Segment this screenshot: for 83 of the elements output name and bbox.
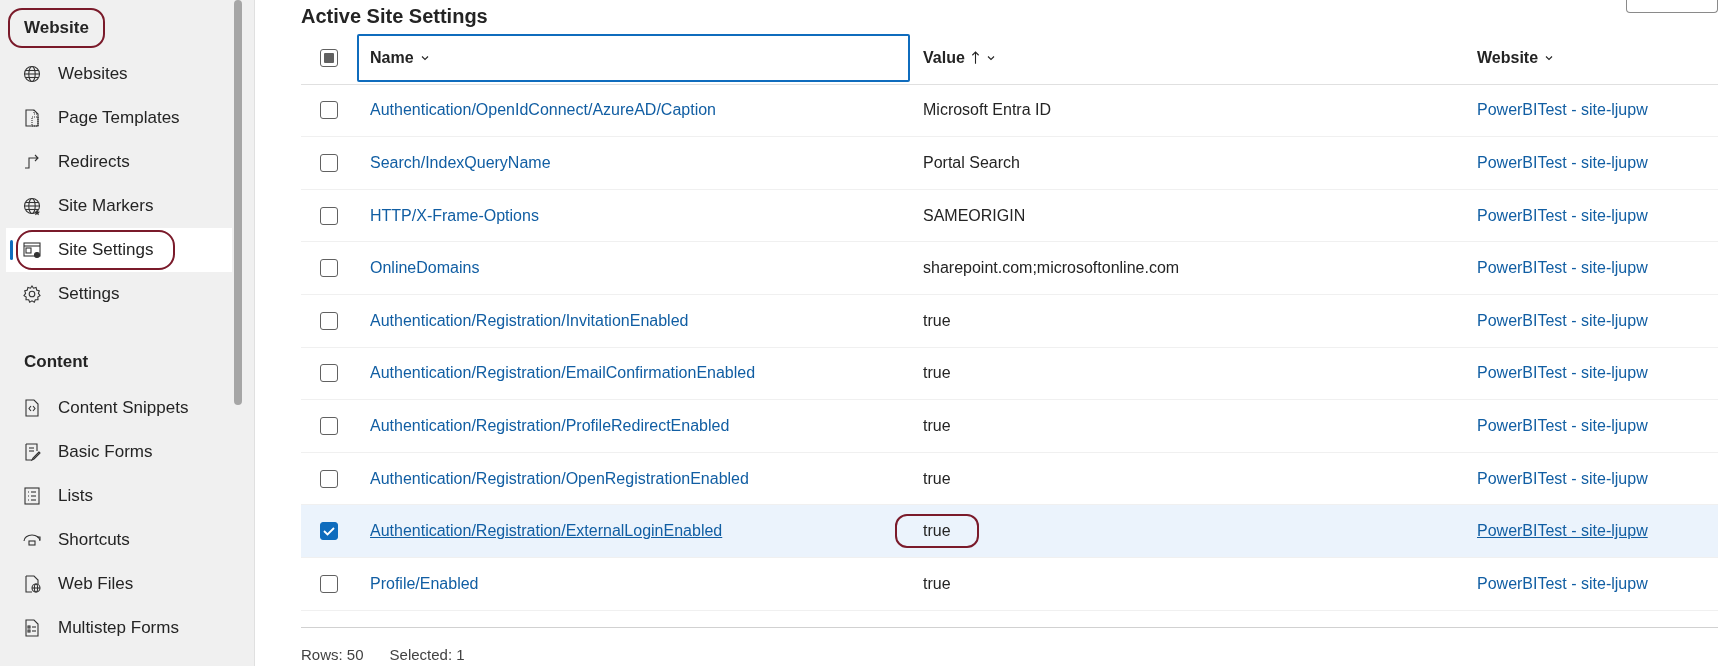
website-link[interactable]: PowerBITest - site-ljupw [1477,364,1648,383]
row-checkbox[interactable] [320,416,338,435]
sidebar-item[interactable]: Settings [6,272,232,316]
selected-count: Selected: 1 [389,645,465,663]
sidebar-item[interactable]: Lists [6,474,232,518]
value-cell-text: true [922,310,952,331]
setting-name-link[interactable]: Authentication/Registration/ExternalLoginEnabled [370,522,723,541]
sidebar-item[interactable]: Page Templates [6,96,232,140]
sidebar-item[interactable]: Content Snippets [6,386,232,430]
window-gear-icon [22,240,42,260]
column-header[interactable]: Value [910,33,1464,82]
sidebar-item[interactable]: Multistep Forms [6,606,232,650]
value-cell-text: true [922,363,952,384]
search-field[interactable] [1626,0,1718,13]
setting-name-link[interactable]: Authentication/Registration/EmailConfirmationEnabled [370,364,756,383]
scrollbar[interactable] [234,0,242,405]
globe-icon [22,196,42,216]
section-heading: Content [23,351,90,373]
select-all-checkbox[interactable] [320,48,338,67]
table-row[interactable]: Authentication/Registration/ExternalLoginEnabled true PowerBITest - site-ljupw [301,505,1718,558]
setting-name-link[interactable]: Authentication/Registration/OpenRegistrationEnabled [370,469,749,488]
table-row[interactable]: Authentication/OpenIdConnect/AzureAD/Caption Microsoft Entra ID PowerBITest - site-ljupw [301,84,1718,138]
row-checkbox[interactable] [320,206,338,225]
row-checkbox[interactable] [320,522,338,541]
row-checkbox[interactable] [320,364,338,383]
value-cell-text: true [922,415,952,436]
document-icon [22,108,42,128]
value-cell-text: SAMEORIGIN [922,205,1027,226]
website-link[interactable]: PowerBITest - site-ljupw [1477,154,1648,172]
website-link[interactable]: PowerBITest - site-ljupw [1477,416,1648,435]
list-icon [22,486,42,506]
table-row[interactable]: OnlineDomains sharepoint.com;microsoftonline.com PowerBITest - site-ljupw [301,242,1718,295]
sidebar-item[interactable]: Redirects [6,140,232,184]
sort-arrow-icon [970,50,980,66]
row-checkbox[interactable] [320,311,338,330]
website-link[interactable]: PowerBITest - site-ljupw [1477,469,1648,488]
setting-name-link[interactable]: Authentication/OpenIdConnect/AzureAD/Caption [370,101,716,120]
column-header[interactable]: Website [1464,33,1718,82]
table-row[interactable]: Authentication/Registration/EmailConfirmationEnabled true PowerBITest - site-ljupw [301,347,1718,401]
settings-icon [22,284,42,304]
sidebar-item[interactable]: Websites [6,52,232,96]
row-count: Rows: 50 [301,645,364,663]
value-cell-text: Portal Search [922,153,1021,173]
website-link[interactable]: PowerBITest - site-ljupw [1477,522,1648,541]
document-icon [22,618,42,638]
value-cell-text: true [922,468,952,489]
row-checkbox[interactable] [320,469,338,488]
website-link[interactable]: PowerBITest - site-ljupw [1477,574,1648,593]
code-file-icon [22,398,42,418]
row-checkbox[interactable] [320,574,338,593]
website-link[interactable]: PowerBITest - site-ljupw [1477,259,1648,278]
value-cell-text: sharepoint.com;microsoftonline.com [922,258,1181,279]
document-icon [22,574,42,594]
website-link[interactable]: PowerBITest - site-ljupw [1477,311,1648,330]
row-checkbox[interactable] [320,101,338,120]
sidebar-item[interactable]: Site Markers [6,184,232,228]
value-cell-text: Microsoft Entra ID [922,100,1053,121]
sidebar-item[interactable]: Site Settings [6,228,232,272]
row-checkbox[interactable] [320,259,338,278]
setting-name-link[interactable]: Search/IndexQueryName [370,154,551,172]
setting-name-link[interactable]: Authentication/Registration/InvitationEnabled [370,311,689,330]
page-title: Active Site Settings [301,4,488,28]
globe-icon [22,64,42,84]
setting-name-link[interactable]: Authentication/Registration/ProfileRedirectEnabled [370,416,730,435]
table-row[interactable]: Search/IndexQueryName Portal Search PowerBITest - site-ljupw [301,137,1718,190]
table-row[interactable]: Profile/Enabled true PowerBITest - site-ljupw [301,557,1718,611]
sidebar-item[interactable]: Shortcuts [6,518,232,562]
website-link[interactable]: PowerBITest - site-ljupw [1477,206,1648,225]
setting-name-link[interactable]: Profile/Enabled [370,574,479,593]
table-row[interactable]: HTTP/X-Frame-Options SAMEORIGIN PowerBITest - site-ljupw [301,189,1718,243]
sidebar-item[interactable]: Basic Forms [6,430,232,474]
column-header[interactable]: Name [357,33,910,82]
table-row[interactable]: Authentication/Registration/ProfileRedirectEnabled true PowerBITest - site-ljupw [301,400,1718,453]
value-cell-text: true [922,573,952,594]
section-heading: Website [8,8,105,48]
sidebar-item[interactable]: Web Files [6,562,232,606]
website-link[interactable]: PowerBITest - site-ljupw [1477,101,1648,120]
table-row[interactable]: Authentication/Registration/InvitationEnabled true PowerBITest - site-ljupw [301,294,1718,348]
setting-name-link[interactable]: HTTP/X-Frame-Options [370,206,539,225]
value-cell: true [895,514,979,549]
row-checkbox[interactable] [320,154,338,172]
setting-name-link[interactable]: OnlineDomains [370,259,480,278]
document-icon [22,442,42,462]
